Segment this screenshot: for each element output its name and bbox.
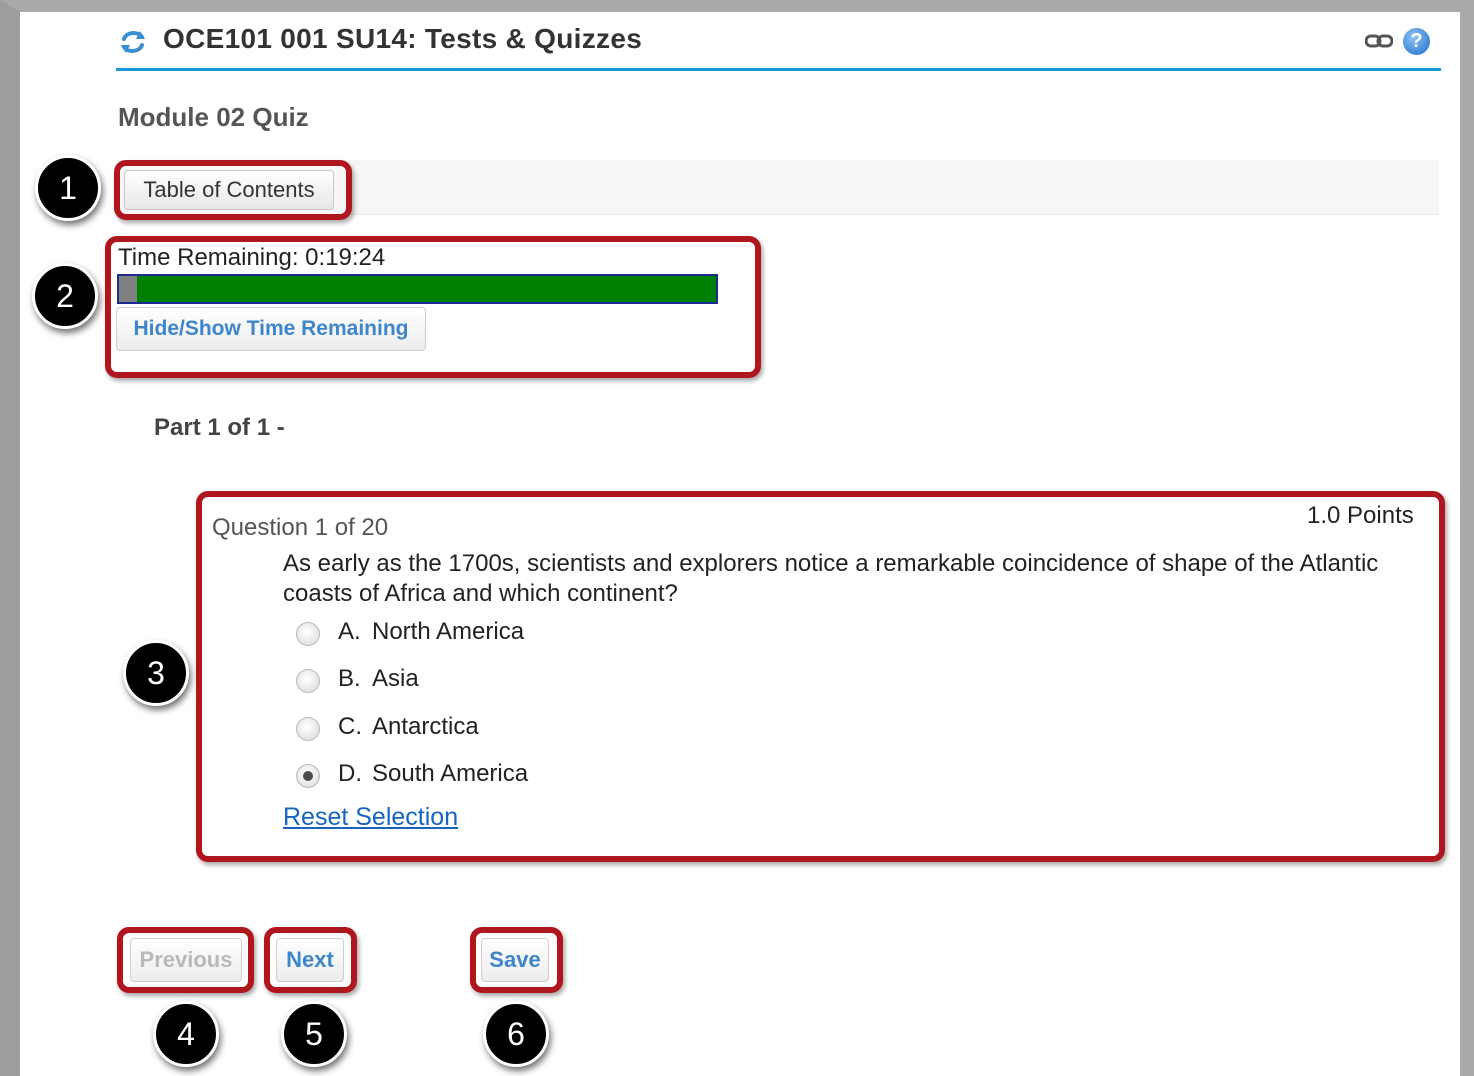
radio-button[interactable]	[296, 669, 320, 693]
question-counter: Question 1 of 20	[212, 514, 389, 541]
answer-letter: C.	[338, 713, 362, 740]
link-icon[interactable]	[1365, 31, 1393, 51]
answer-text: North America	[372, 618, 525, 645]
hide-show-time-button[interactable]: Hide/Show Time Remaining	[116, 307, 426, 351]
reset-selection-link[interactable]: Reset Selection	[283, 803, 458, 832]
radio-button[interactable]	[296, 764, 320, 788]
answer-letter: B.	[338, 665, 361, 692]
radio-button[interactable]	[296, 717, 320, 741]
tool-title: OCE101 001 SU14: Tests & Quizzes	[163, 23, 643, 54]
next-button[interactable]: Next	[276, 938, 344, 982]
step-marker-4: 4	[153, 1001, 219, 1067]
radio-button[interactable]	[296, 622, 320, 646]
step-marker-5: 5	[281, 1001, 347, 1067]
question-text: As early as the 1700s, scientists and ex…	[283, 550, 1379, 607]
answer-letter: D.	[338, 760, 362, 787]
step-marker-3: 3	[123, 640, 189, 706]
time-remaining-label: Time Remaining: 0:19:24	[118, 244, 386, 271]
help-icon[interactable]: ?	[1403, 28, 1430, 55]
time-remaining-bar	[117, 274, 718, 304]
step-marker-6: 6	[483, 1001, 549, 1067]
time-elapsed-fill	[119, 276, 137, 302]
answer-text: Antarctica	[372, 713, 479, 740]
quiz-title: Module 02 Quiz	[118, 102, 309, 132]
header-divider	[116, 68, 1441, 71]
part-heading: Part 1 of 1 -	[154, 414, 285, 441]
previous-button: Previous	[130, 938, 242, 982]
save-button[interactable]: Save	[481, 938, 549, 982]
question-points: 1.0 Points	[1307, 502, 1414, 529]
step-marker-1: 1	[35, 155, 101, 221]
table-of-contents-button[interactable]: Table of Contents	[124, 170, 334, 210]
answer-text: Asia	[372, 665, 419, 692]
step-marker-2: 2	[32, 263, 98, 329]
refresh-arrows-icon	[121, 31, 145, 53]
answer-letter: A.	[338, 618, 361, 645]
answer-text: South America	[372, 760, 529, 787]
